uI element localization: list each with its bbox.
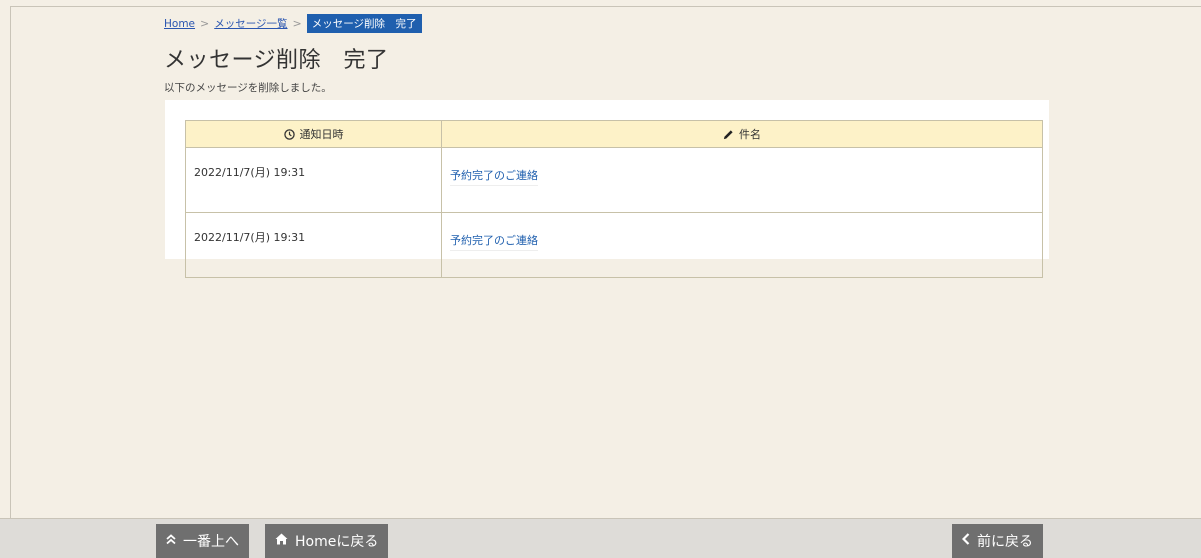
scroll-top-button[interactable]: 一番上へ <box>156 524 249 558</box>
breadcrumb-current: メッセージ削除 完了 <box>306 14 422 33</box>
column-header-subject-label: 件名 <box>739 127 761 141</box>
breadcrumb-separator: > <box>292 17 302 30</box>
home-button-label: Homeに戻る <box>295 534 379 550</box>
double-chevron-up-icon <box>166 533 176 549</box>
message-subject-cell: 予約完了のご連絡 <box>441 212 1043 278</box>
breadcrumb-separator: > <box>200 17 210 30</box>
home-icon <box>275 533 288 549</box>
table-header-row: 通知日時 件名 <box>185 120 1043 148</box>
breadcrumb: Home > メッセージ一覧 > メッセージ削除 完了 <box>164 14 422 33</box>
column-header-subject: 件名 <box>441 120 1043 148</box>
column-header-date: 通知日時 <box>185 120 442 148</box>
message-subject-cell: 予約完了のご連絡 <box>441 147 1043 213</box>
clock-icon <box>283 128 295 143</box>
chevron-left-icon <box>961 533 970 549</box>
page-title: メッセージ削除 完了 <box>164 48 389 73</box>
message-subject-link[interactable]: 予約完了のご連絡 <box>450 167 538 186</box>
back-button-label: 前に戻る <box>977 534 1033 550</box>
breadcrumb-home-link[interactable]: Home <box>164 18 195 30</box>
result-panel: 通知日時 件名 2022/11/7(月) 19:31 予約完了のご連絡 2022… <box>165 100 1049 278</box>
footer-bar: 一番上へ Homeに戻る 前に戻る <box>0 518 1201 558</box>
table-row: 2022/11/7(月) 19:31 予約完了のご連絡 <box>185 147 1043 213</box>
back-button[interactable]: 前に戻る <box>952 524 1043 558</box>
frame-left-border <box>0 0 11 518</box>
scroll-top-label: 一番上へ <box>183 534 239 550</box>
frame-top-border <box>10 0 1201 7</box>
home-button[interactable]: Homeに戻る <box>265 524 389 558</box>
column-header-date-label: 通知日時 <box>299 127 344 141</box>
table-row: 2022/11/7(月) 19:31 予約完了のご連絡 <box>185 212 1043 278</box>
message-date: 2022/11/7(月) 19:31 <box>185 147 442 213</box>
message-subject-link[interactable]: 予約完了のご連絡 <box>450 232 538 251</box>
message-date: 2022/11/7(月) 19:31 <box>185 212 442 278</box>
page-description: 以下のメッセージを削除しました。 <box>164 82 332 94</box>
pencil-icon <box>723 129 734 143</box>
breadcrumb-message-list-link[interactable]: メッセージ一覧 <box>214 16 287 31</box>
deleted-messages-table: 通知日時 件名 2022/11/7(月) 19:31 予約完了のご連絡 2022… <box>185 120 1043 278</box>
